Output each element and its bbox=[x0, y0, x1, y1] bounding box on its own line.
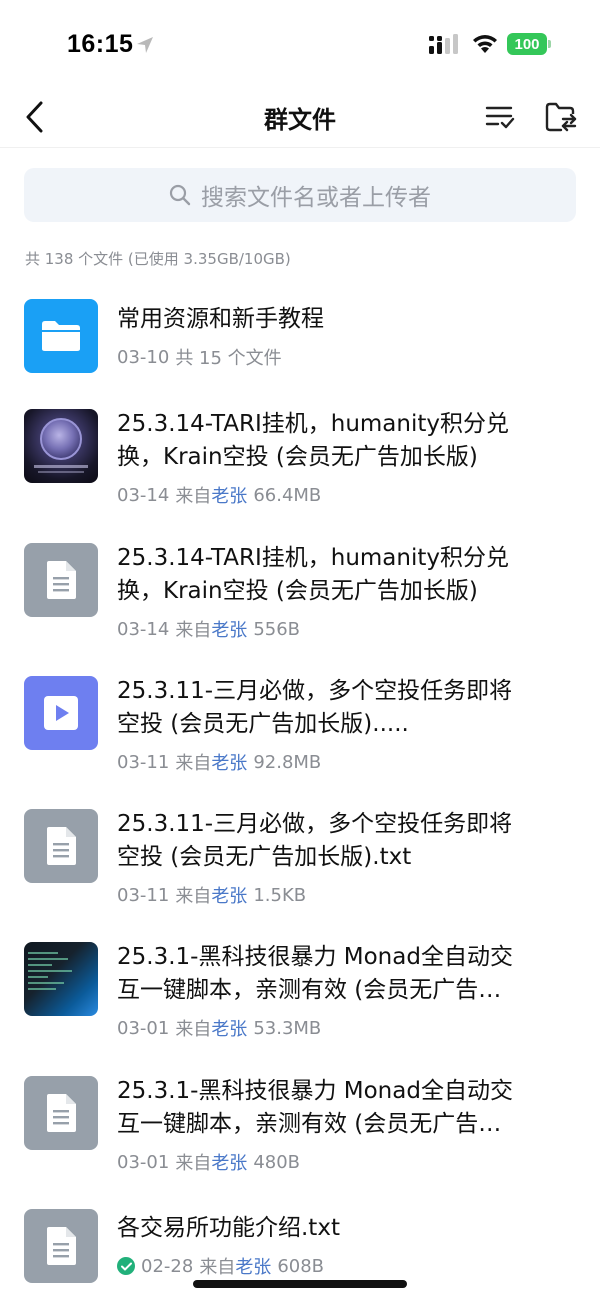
file-date: 02-28 bbox=[141, 1255, 194, 1277]
file-name: 常用资源和新手教程 bbox=[117, 306, 324, 332]
file-size: 556B bbox=[253, 618, 301, 640]
file-source: 来自老张 bbox=[175, 486, 248, 507]
file-name: 25.3.14-TARI挂机，humanity积分兑换，Krain空投 (会员无… bbox=[117, 545, 509, 604]
thumbnail-caption-line bbox=[34, 465, 88, 468]
battery-cap bbox=[548, 40, 551, 48]
file-row[interactable]: 25.3.14-TARI挂机，humanity积分兑换，Krain空投 (会员无… bbox=[0, 408, 600, 518]
storage-summary: 共 138 个文件 (已使用 3.35GB/10GB) bbox=[25, 250, 291, 268]
uploader-link[interactable]: 老张 bbox=[211, 486, 247, 507]
file-date: 03-01 bbox=[117, 1151, 170, 1173]
search-icon bbox=[169, 184, 191, 206]
document-icon bbox=[24, 543, 98, 617]
file-size: 1.5KB bbox=[253, 884, 307, 906]
file-date: 03-14 bbox=[117, 618, 170, 640]
thumbnail-text-line bbox=[28, 976, 48, 978]
document-icon bbox=[24, 1209, 98, 1283]
file-size: 66.4MB bbox=[253, 484, 322, 506]
document-icon bbox=[24, 809, 98, 883]
file-size: 608B bbox=[277, 1255, 325, 1277]
thumbnail-text-line bbox=[28, 988, 56, 990]
file-name: 25.3.1-黑科技很暴力 Monad全自动交互一键脚本，亲测有效 (会员无广告… bbox=[117, 944, 513, 1003]
file-source: 来自老张 bbox=[175, 753, 248, 774]
folder-transfer-button[interactable] bbox=[541, 98, 581, 136]
file-count: 共 15 个文件 bbox=[175, 348, 282, 369]
verified-check-icon bbox=[117, 1257, 135, 1275]
file-source: 来自老张 bbox=[175, 1153, 248, 1174]
thumbnail-text-line bbox=[28, 982, 64, 984]
file-source: 来自老张 bbox=[175, 886, 248, 907]
file-meta: 03-11 来自老张 1.5KB bbox=[117, 882, 306, 908]
sort-button[interactable] bbox=[482, 100, 518, 134]
image-thumbnail bbox=[24, 409, 98, 483]
file-row[interactable]: 25.3.11-三月必做，多个空投任务即将空投 (会员无广告加长版).txt 0… bbox=[0, 808, 600, 918]
file-row[interactable]: 25.3.11-三月必做，多个空投任务即将空投 (会员无广告加长版)..... … bbox=[0, 675, 600, 785]
file-size: 53.3MB bbox=[253, 1017, 322, 1039]
file-meta: 03-01 来自老张 480B bbox=[117, 1149, 300, 1175]
status-time: 16:15 bbox=[67, 30, 134, 58]
file-source: 来自老张 bbox=[175, 1019, 248, 1040]
navigation-bar: 群文件 bbox=[0, 88, 600, 148]
file-meta: 03-01 来自老张 53.3MB bbox=[117, 1015, 321, 1041]
file-size: 480B bbox=[253, 1151, 301, 1173]
file-name: 25.3.11-三月必做，多个空投任务即将空投 (会员无广告加长版)..... bbox=[117, 678, 513, 737]
battery-level: 100 bbox=[507, 33, 547, 55]
file-date: 03-11 bbox=[117, 751, 170, 773]
file-row[interactable]: 25.3.1-黑科技很暴力 Monad全自动交互一键脚本，亲测有效 (会员无广告… bbox=[0, 941, 600, 1051]
file-meta: 03-14 来自老张 66.4MB bbox=[117, 482, 321, 508]
file-date: 03-10 bbox=[117, 346, 170, 368]
file-date: 03-11 bbox=[117, 884, 170, 906]
search-input[interactable]: 搜索文件名或者上传者 bbox=[24, 168, 576, 222]
uploader-link[interactable]: 老张 bbox=[211, 1019, 247, 1040]
file-row[interactable]: 25.3.14-TARI挂机，humanity积分兑换，Krain空投 (会员无… bbox=[0, 542, 600, 652]
coin-graphic bbox=[40, 418, 82, 460]
home-indicator[interactable] bbox=[193, 1280, 407, 1288]
uploader-link[interactable]: 老张 bbox=[235, 1257, 271, 1278]
file-meta: 03-11 来自老张 92.8MB bbox=[117, 749, 321, 775]
document-icon bbox=[24, 1076, 98, 1150]
cellular-signal-icon bbox=[429, 34, 458, 54]
file-date: 03-14 bbox=[117, 484, 170, 506]
battery-indicator: 100 bbox=[507, 33, 551, 55]
screen: 16:15 100 群文件 搜索文件名或者上传者 共 138 个文件 (已使用 … bbox=[0, 0, 600, 1301]
file-size: 92.8MB bbox=[253, 751, 322, 773]
uploader-link[interactable]: 老张 bbox=[211, 753, 247, 774]
uploader-link[interactable]: 老张 bbox=[211, 1153, 247, 1174]
thumbnail-caption-line bbox=[38, 471, 84, 473]
file-meta: 03-10 共 15 个文件 bbox=[117, 344, 282, 370]
folder-swap-icon bbox=[545, 102, 577, 132]
sort-list-icon bbox=[485, 106, 515, 129]
thumbnail-text-line bbox=[28, 952, 58, 954]
image-thumbnail bbox=[24, 942, 98, 1016]
search-placeholder: 搜索文件名或者上传者 bbox=[201, 185, 431, 211]
file-source: 来自老张 bbox=[199, 1257, 272, 1278]
file-name: 25.3.11-三月必做，多个空投任务即将空投 (会员无广告加长版).txt bbox=[117, 811, 513, 870]
file-date: 03-01 bbox=[117, 1017, 170, 1039]
status-bar: 16:15 100 bbox=[0, 0, 600, 88]
file-name: 25.3.1-黑科技很暴力 Monad全自动交互一键脚本，亲测有效 (会员无广告… bbox=[117, 1078, 513, 1137]
uploader-link[interactable]: 老张 bbox=[211, 886, 247, 907]
file-row[interactable]: 各交易所功能介绍.txt 02-28 来自老张 608B bbox=[0, 1208, 600, 1288]
file-meta: 03-14 来自老张 556B bbox=[117, 616, 300, 642]
file-name: 25.3.14-TARI挂机，humanity积分兑换，Krain空投 (会员无… bbox=[117, 411, 509, 470]
file-name: 各交易所功能介绍.txt bbox=[117, 1215, 340, 1241]
thumbnail-text-line bbox=[28, 970, 72, 972]
thumbnail-text-line bbox=[28, 958, 68, 960]
file-source: 来自老张 bbox=[175, 620, 248, 641]
video-icon bbox=[24, 676, 98, 750]
folder-row[interactable]: 常用资源和新手教程 03-10 共 15 个文件 bbox=[0, 298, 600, 388]
file-row[interactable]: 25.3.1-黑科技很暴力 Monad全自动交互一键脚本，亲测有效 (会员无广告… bbox=[0, 1075, 600, 1185]
folder-icon bbox=[24, 299, 98, 373]
thumbnail-text-line bbox=[28, 964, 52, 966]
file-meta: 02-28 来自老张 608B bbox=[117, 1253, 324, 1279]
location-arrow-icon bbox=[137, 37, 153, 53]
wifi-icon bbox=[473, 35, 497, 53]
uploader-link[interactable]: 老张 bbox=[211, 620, 247, 641]
